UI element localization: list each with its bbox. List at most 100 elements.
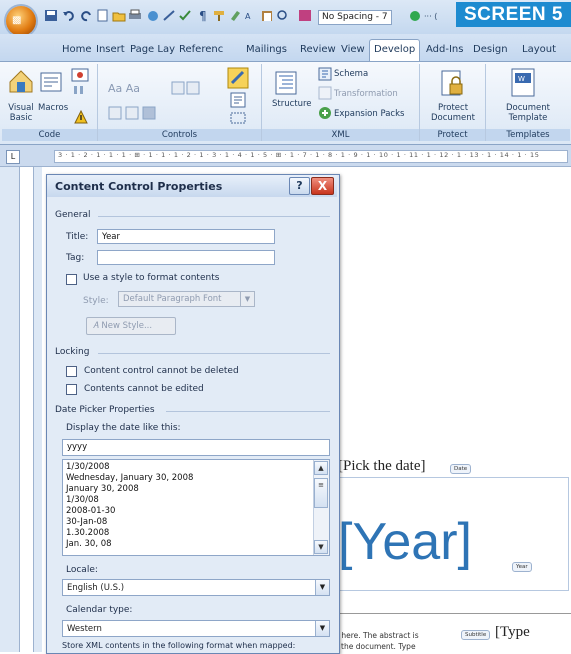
tab-home[interactable]: Home (62, 44, 92, 55)
screen-label: SCREEN 5 (455, 2, 571, 27)
scroll-up-icon[interactable]: ▲ (314, 461, 328, 475)
subtitle-control-tag: Subtitle (461, 630, 491, 640)
list-item[interactable]: Wednesday, January 30, 2008 (66, 473, 193, 484)
cannot-delete-checkbox[interactable] (66, 366, 77, 377)
date-picker-divider (166, 411, 330, 412)
chevron-down-icon[interactable]: ▼ (315, 580, 329, 595)
spelling-icon[interactable]: A (244, 9, 258, 22)
close-button[interactable]: X (311, 177, 334, 195)
tab-page-layout[interactable]: Page Lay (130, 44, 175, 55)
open-folder-icon[interactable] (112, 9, 126, 22)
zoom-icon[interactable] (276, 9, 290, 22)
abstract-line-2: f the document. Type (336, 642, 416, 651)
date-picker-heading: Date Picker Properties (55, 405, 155, 415)
use-style-checkbox[interactable] (66, 274, 77, 285)
new-style-label: New Style... (101, 321, 153, 331)
visual-basic-icon[interactable] (7, 68, 35, 94)
vertical-ruler[interactable] (19, 167, 34, 652)
format-painter-icon[interactable] (212, 9, 226, 22)
title-input[interactable]: Year (97, 229, 275, 244)
year-control-tag: Year (512, 562, 532, 572)
list-item[interactable]: 1/30/08 (66, 495, 99, 506)
document-template-icon[interactable]: W (510, 68, 536, 98)
tab-review[interactable]: Review (300, 44, 336, 55)
transformation-icon[interactable] (318, 86, 332, 100)
calendar-type-label: Calendar type: (66, 605, 133, 615)
structure-button[interactable]: Structure (272, 99, 312, 109)
tab-references[interactable]: Referenc (179, 44, 223, 55)
list-item[interactable]: Jan. 30, 08 (66, 539, 112, 550)
general-divider (98, 216, 330, 217)
more-commands-icon[interactable]: ··· ⟨ (424, 12, 437, 21)
pause-icon[interactable] (72, 85, 86, 95)
expansion-packs-button[interactable]: Expansion Packs (334, 109, 404, 119)
subtitle-placeholder[interactable]: [Type (495, 624, 530, 641)
visual-basic-button[interactable]: Visual Basic (2, 103, 40, 123)
svg-text:A: A (245, 12, 251, 21)
legacy-tools-icon[interactable] (108, 105, 168, 121)
tab-selector-button[interactable]: L (6, 150, 20, 164)
date-format-input[interactable]: yyyy (62, 439, 330, 456)
list-item[interactable]: 1.30.2008 (66, 528, 109, 539)
save-icon[interactable] (44, 9, 58, 22)
list-item[interactable]: 2008-01-30 (66, 506, 115, 517)
print-preview-icon[interactable] (128, 9, 142, 22)
calendar-type-value: Western (67, 624, 102, 634)
year-content-control[interactable]: [Year] (338, 512, 472, 572)
record-macro-icon[interactable] (71, 68, 89, 82)
cannot-edit-checkbox[interactable] (66, 384, 77, 395)
macros-button[interactable]: Macros (38, 103, 68, 113)
properties-icon[interactable] (229, 92, 247, 108)
group-icon[interactable] (229, 110, 247, 126)
transformation-button[interactable]: Transformation (334, 89, 398, 99)
paste-icon[interactable] (260, 9, 274, 22)
new-document-icon[interactable] (96, 9, 110, 22)
list-item[interactable]: 30-Jan-08 (66, 517, 107, 528)
abstract-text[interactable]: t here. The abstract is f the document. … (336, 630, 419, 652)
tab-mailings[interactable]: Mailings (246, 44, 287, 55)
redo-icon[interactable] (80, 9, 94, 22)
tab-insert[interactable]: Insert (96, 44, 125, 55)
help-button[interactable]: ? (289, 177, 310, 195)
document-divider (333, 613, 571, 614)
drawing-icon[interactable] (162, 9, 176, 22)
locale-dropdown[interactable]: English (U.S.) ▼ (62, 579, 330, 596)
list-item[interactable]: 1/30/2008 (66, 462, 110, 473)
schema-button[interactable]: Schema (334, 69, 368, 79)
general-heading: General (55, 210, 91, 220)
pick-date-control[interactable]: [Pick the date] (338, 458, 425, 475)
highlight-icon[interactable] (228, 9, 242, 22)
style-dropdown[interactable]: No Spacing - 7 (318, 10, 392, 25)
tab-view[interactable]: View (341, 44, 365, 55)
tab-developer[interactable]: Develop (369, 39, 421, 61)
rich-text-control-icon[interactable]: Aa Aa (108, 82, 140, 95)
protect-document-icon[interactable] (440, 70, 464, 98)
tab-layout[interactable]: Layout (522, 44, 556, 55)
design-mode-icon[interactable] (226, 66, 250, 90)
chevron-down-icon[interactable]: ▼ (315, 621, 329, 636)
picture-control-icon[interactable] (171, 80, 201, 96)
macro-security-icon[interactable] (74, 110, 88, 124)
list-item[interactable]: January 30, 2008 (66, 484, 139, 495)
locking-divider (98, 353, 330, 354)
style-label: Style: (83, 296, 109, 306)
scroll-down-icon[interactable]: ▼ (314, 540, 328, 554)
protect-document-button[interactable]: Protect Document (424, 103, 482, 123)
document-template-button[interactable]: Document Template (492, 103, 564, 123)
use-style-label: Use a style to format contents (83, 273, 220, 283)
schema-icon[interactable] (318, 67, 332, 81)
tag-input[interactable] (97, 250, 275, 265)
pilcrow-icon[interactable]: ¶ (196, 9, 210, 22)
check-icon[interactable] (178, 9, 192, 22)
scroll-thumb[interactable]: ≡ (314, 478, 328, 508)
tab-design[interactable]: Design (473, 44, 508, 55)
structure-icon[interactable] (274, 70, 298, 96)
insert-shape-icon[interactable] (146, 9, 160, 22)
office-button[interactable]: ▩ (6, 6, 36, 36)
locking-heading: Locking (55, 347, 90, 357)
macros-icon[interactable] (40, 70, 62, 94)
undo-icon[interactable] (62, 9, 76, 22)
expansion-packs-icon[interactable] (318, 106, 332, 120)
tab-add-ins[interactable]: Add-Ins (426, 44, 463, 55)
calendar-type-dropdown[interactable]: Western ▼ (62, 620, 330, 637)
